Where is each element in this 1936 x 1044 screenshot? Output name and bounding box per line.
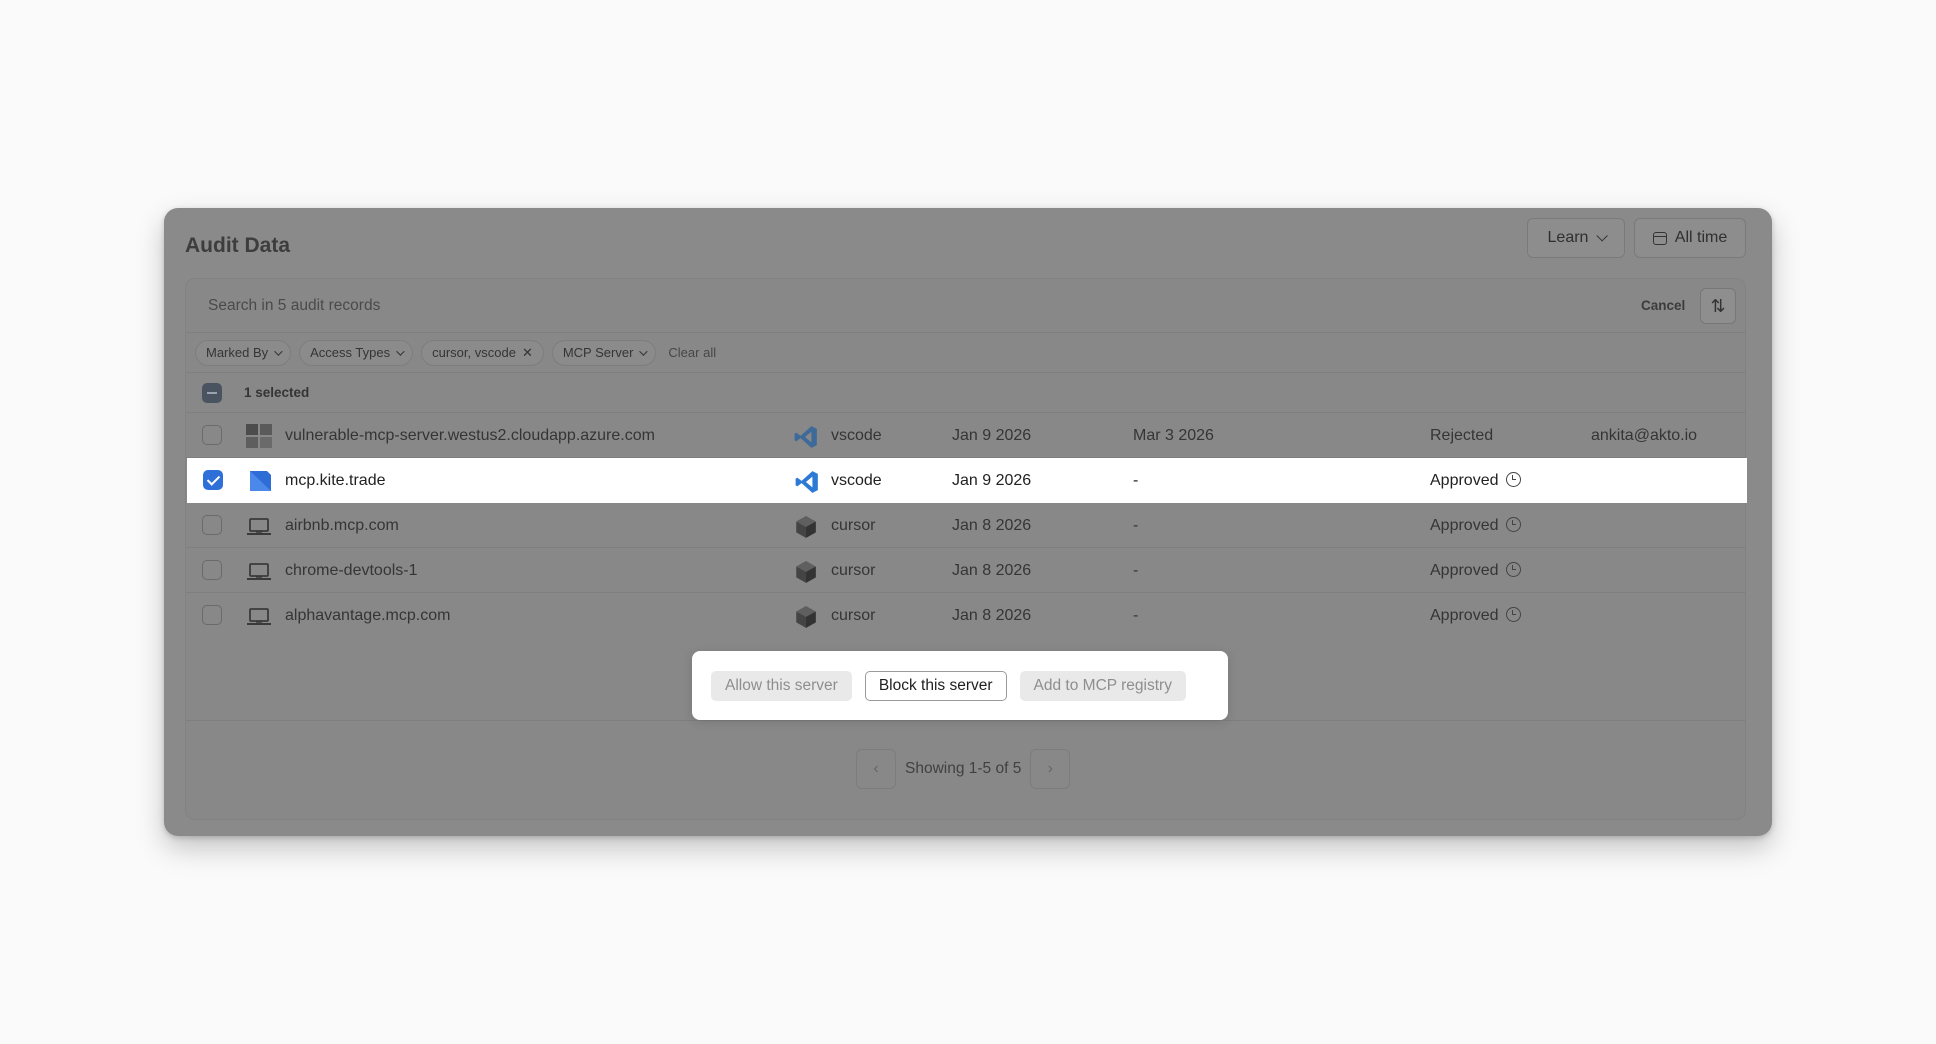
client-name: cursor bbox=[831, 517, 876, 534]
sort-button[interactable]: ⇅ bbox=[1700, 288, 1736, 324]
footer-divider bbox=[186, 720, 1745, 721]
status-text: Approved bbox=[1430, 562, 1499, 579]
bulk-action-popup: Allow this server Block this server Add … bbox=[692, 651, 1228, 720]
search-bar: Search in 5 audit records Cancel ⇅ bbox=[186, 279, 1745, 333]
server-name[interactable]: mcp.kite.trade bbox=[285, 458, 385, 503]
page-title: Audit Data bbox=[185, 234, 290, 257]
chevron-down-icon bbox=[1596, 230, 1609, 242]
server-name[interactable]: chrome-devtools-1 bbox=[285, 548, 418, 593]
chevron-left-icon: ‹ bbox=[873, 760, 879, 777]
chip-label: Access Types bbox=[310, 345, 391, 360]
cursor-icon bbox=[796, 561, 816, 583]
filter-mcp-server[interactable]: MCP Server bbox=[551, 339, 657, 366]
learn-button[interactable]: Learn bbox=[1527, 218, 1625, 258]
audit-table-panel: Search in 5 audit records Cancel ⇅ Marke… bbox=[185, 278, 1747, 820]
status-badge: Rejected bbox=[1430, 427, 1494, 444]
first-seen: Jan 8 2026 bbox=[952, 517, 1032, 534]
client-name: cursor bbox=[831, 607, 876, 624]
kite-icon bbox=[250, 471, 271, 491]
time-range-label: All time bbox=[1674, 229, 1728, 246]
table-row[interactable]: airbnb.mcp.com cursor Jan 8 2026 - Appro… bbox=[186, 503, 1745, 548]
chevron-right-icon: › bbox=[1047, 760, 1053, 777]
laptop-icon bbox=[247, 518, 271, 535]
selection-header: 1 selected bbox=[186, 373, 1745, 413]
updated-date: - bbox=[1133, 562, 1139, 579]
learn-label: Learn bbox=[1547, 229, 1589, 246]
status-text: Approved bbox=[1430, 607, 1499, 624]
azure-grid-icon bbox=[246, 424, 272, 448]
clock-icon bbox=[1505, 562, 1521, 577]
first-seen: Jan 9 2026 bbox=[952, 427, 1032, 444]
status-text: Approved bbox=[1430, 472, 1499, 489]
status-badge: Approved bbox=[1430, 458, 1521, 503]
clock-icon bbox=[1505, 472, 1521, 487]
first-seen: Jan 8 2026 bbox=[952, 562, 1032, 579]
calendar-icon bbox=[1652, 231, 1667, 245]
table-row[interactable]: vulnerable-mcp-server.westus2.cloudapp.a… bbox=[186, 413, 1745, 458]
pagination: ‹ Showing 1-5 of 5 › bbox=[856, 749, 1071, 789]
vscode-icon bbox=[794, 426, 817, 448]
select-all-checkbox[interactable] bbox=[202, 383, 222, 403]
chip-label: cursor, vscode bbox=[432, 345, 516, 360]
filter-marked-by[interactable]: Marked By bbox=[195, 339, 292, 366]
first-seen: Jan 8 2026 bbox=[952, 607, 1032, 624]
cursor-icon bbox=[796, 516, 816, 538]
clock-icon bbox=[1505, 607, 1521, 622]
row-checkbox[interactable] bbox=[203, 470, 223, 490]
table-row[interactable]: chrome-devtools-1 cursor Jan 8 2026 - Ap… bbox=[186, 548, 1745, 593]
first-seen: Jan 9 2026 bbox=[952, 472, 1032, 489]
chip-label: Marked By bbox=[206, 345, 269, 360]
updated-date: Mar 3 2026 bbox=[1133, 427, 1214, 444]
sort-icon: ⇅ bbox=[1710, 295, 1726, 316]
row-checkbox[interactable] bbox=[202, 515, 222, 535]
audit-data-card: Audit Data Learn All time Search in 5 au… bbox=[164, 208, 1772, 836]
filter-bar: Marked By Access Types cursor, vscode ✕ … bbox=[186, 333, 1745, 373]
search-input[interactable]: Search in 5 audit records bbox=[208, 279, 380, 333]
table-row-selected[interactable]: mcp.kite.trade vscode Jan 9 2026 - Appro… bbox=[187, 458, 1747, 503]
laptop-icon bbox=[247, 563, 271, 580]
table-row[interactable]: alphavantage.mcp.com cursor Jan 8 2026 -… bbox=[186, 593, 1745, 638]
cancel-search-button[interactable]: Cancel bbox=[1641, 279, 1685, 333]
remove-filter-icon[interactable]: ✕ bbox=[522, 345, 533, 361]
client-name: vscode bbox=[831, 472, 882, 489]
updated-date: - bbox=[1133, 607, 1139, 624]
client-name: cursor bbox=[831, 562, 876, 579]
chevron-down-icon bbox=[274, 346, 283, 356]
marked-by: ankita@akto.io bbox=[1591, 427, 1698, 444]
status-badge: Approved bbox=[1430, 548, 1521, 593]
status-badge: Approved bbox=[1430, 503, 1521, 548]
filter-access-types[interactable]: Access Types bbox=[299, 339, 414, 366]
next-page-button[interactable]: › bbox=[1030, 749, 1071, 789]
row-checkbox[interactable] bbox=[202, 560, 222, 580]
selection-count: 1 selected bbox=[244, 385, 310, 400]
status-text: Approved bbox=[1430, 517, 1499, 534]
chip-label: MCP Server bbox=[562, 345, 634, 360]
server-name[interactable]: alphavantage.mcp.com bbox=[285, 593, 450, 638]
updated-date: - bbox=[1133, 517, 1139, 534]
allow-server-button[interactable]: Allow this server bbox=[711, 670, 852, 701]
updated-date: - bbox=[1133, 472, 1139, 489]
client-name: vscode bbox=[831, 427, 882, 444]
clock-icon bbox=[1505, 517, 1521, 532]
vscode-icon bbox=[795, 471, 818, 493]
filter-client[interactable]: cursor, vscode ✕ bbox=[421, 339, 544, 366]
prev-page-button[interactable]: ‹ bbox=[856, 749, 896, 789]
cursor-icon bbox=[796, 606, 816, 628]
time-range-button[interactable]: All time bbox=[1634, 218, 1746, 258]
block-server-button[interactable]: Block this server bbox=[864, 670, 1007, 701]
row-checkbox[interactable] bbox=[202, 605, 222, 625]
server-name[interactable]: airbnb.mcp.com bbox=[285, 503, 399, 548]
clear-all-filters-button[interactable]: Clear all bbox=[664, 345, 716, 360]
row-checkbox[interactable] bbox=[202, 425, 222, 445]
pagination-text: Showing 1-5 of 5 bbox=[905, 760, 1022, 777]
add-to-registry-button[interactable]: Add to MCP registry bbox=[1019, 670, 1186, 701]
server-name[interactable]: vulnerable-mcp-server.westus2.cloudapp.a… bbox=[285, 413, 655, 458]
chevron-down-icon bbox=[396, 346, 405, 356]
chevron-down-icon bbox=[639, 346, 649, 356]
status-badge: Approved bbox=[1430, 593, 1521, 638]
laptop-icon bbox=[247, 608, 271, 625]
